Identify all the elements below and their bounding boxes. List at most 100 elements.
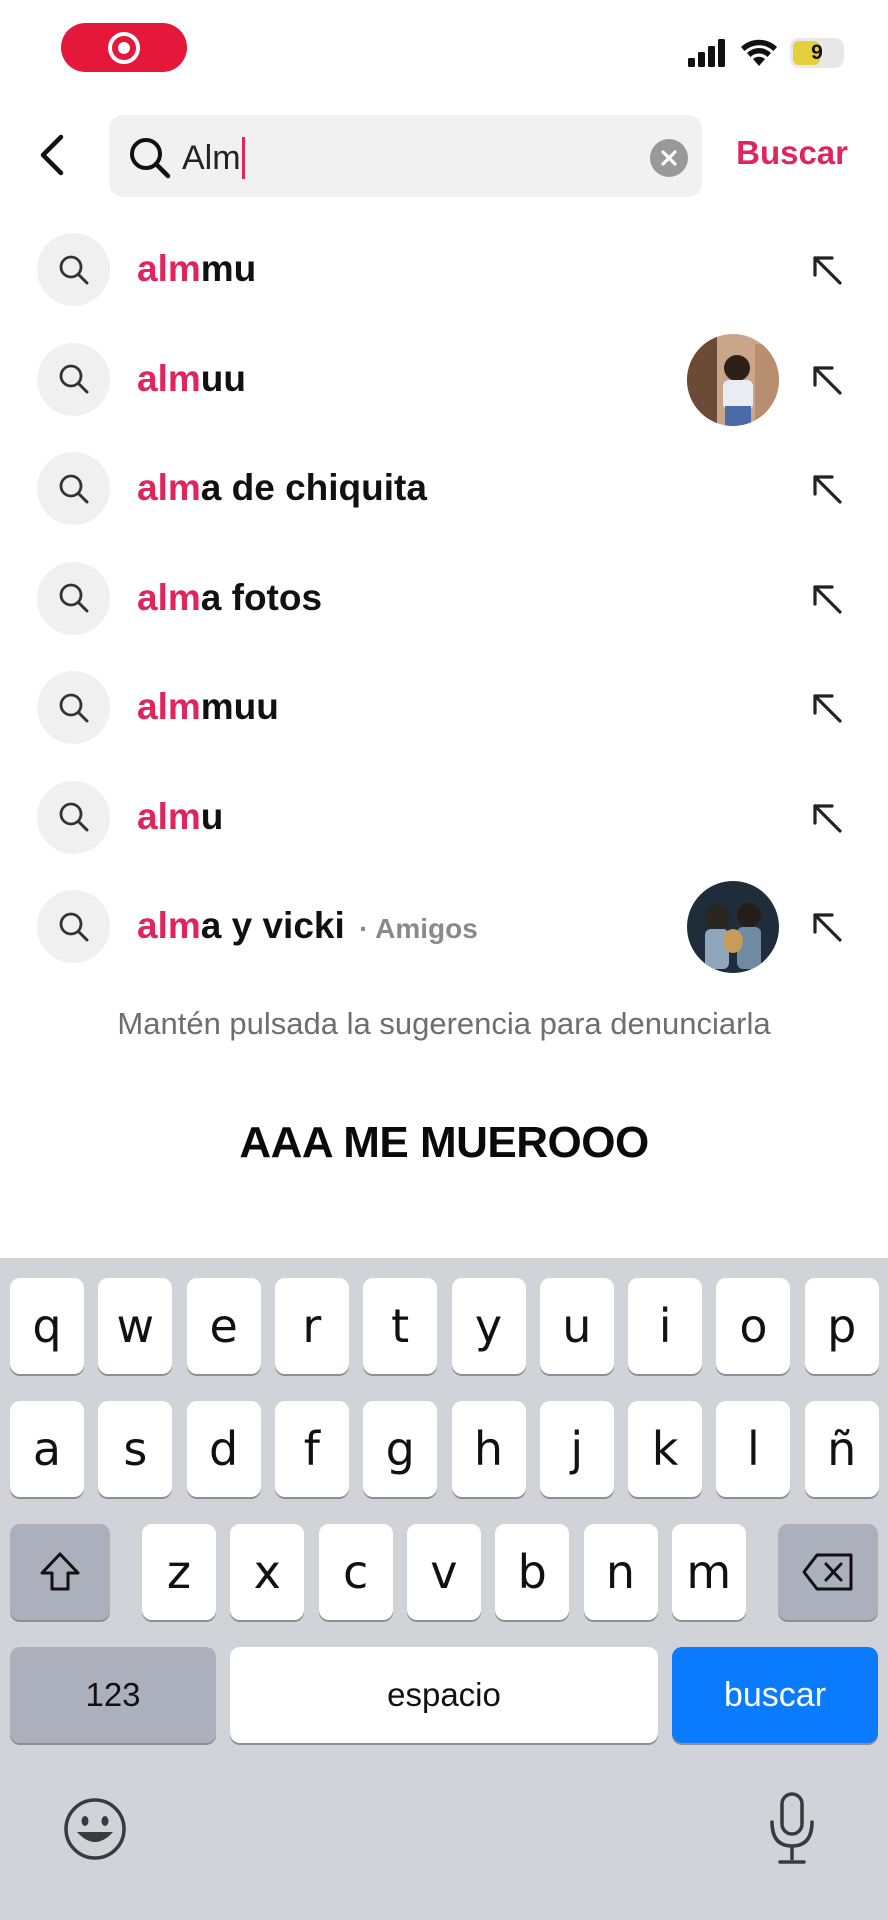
key-b[interactable]: b xyxy=(495,1524,570,1620)
emoji-icon xyxy=(64,1798,126,1860)
key-r[interactable]: r xyxy=(274,1278,349,1374)
suggestion-rest: muu xyxy=(200,686,279,727)
fill-query-button[interactable] xyxy=(806,797,846,837)
key-h[interactable]: h xyxy=(451,1401,526,1497)
suggestion-match: alm xyxy=(137,357,201,399)
status-bar: 9 xyxy=(0,0,888,100)
cellular-signal-icon xyxy=(688,39,725,67)
suggestion-label: almuu xyxy=(137,358,246,400)
key-m[interactable]: m xyxy=(671,1524,746,1620)
key-u[interactable]: u xyxy=(539,1278,614,1374)
suggestion-label: alma de chiquita xyxy=(137,467,427,509)
search-icon xyxy=(59,583,88,613)
space-key[interactable]: espacio xyxy=(230,1647,658,1743)
suggestion-list: almmu almuu alma de chiquita alma fotos almm… xyxy=(0,215,888,982)
video-caption-overlay: AAA ME MUEROOO xyxy=(239,1118,649,1167)
key-ñ[interactable]: ñ xyxy=(804,1401,879,1497)
suggestion-rest: a de chiquita xyxy=(200,467,427,508)
back-button[interactable] xyxy=(30,130,74,180)
backspace-key[interactable] xyxy=(778,1524,878,1620)
key-k[interactable]: k xyxy=(628,1401,703,1497)
clear-search-button[interactable] xyxy=(650,139,688,177)
suggestion-match: alm xyxy=(137,248,201,289)
suggestion-match: alm xyxy=(137,686,201,727)
emoji-button[interactable] xyxy=(62,1796,128,1862)
search-header: Alm Buscar xyxy=(0,110,888,200)
key-l[interactable]: l xyxy=(716,1401,791,1497)
fill-query-button[interactable] xyxy=(806,906,846,946)
search-return-key[interactable]: buscar xyxy=(672,1647,878,1743)
suggestion-label: alma y vicki · Amigos xyxy=(137,905,478,947)
key-t[interactable]: t xyxy=(363,1278,438,1374)
key-x[interactable]: x xyxy=(230,1524,305,1620)
battery-level: 9 xyxy=(811,41,823,64)
key-w[interactable]: w xyxy=(98,1278,173,1374)
search-submit-button[interactable]: Buscar xyxy=(736,134,848,172)
search-icon xyxy=(130,138,171,179)
arrow-up-left-icon xyxy=(813,475,842,504)
key-p[interactable]: p xyxy=(804,1278,879,1374)
arrow-up-left-icon xyxy=(813,584,842,614)
text-caret xyxy=(241,137,245,179)
fill-query-button[interactable] xyxy=(806,359,846,399)
screen-recording-indicator[interactable] xyxy=(61,23,187,72)
shift-key[interactable] xyxy=(10,1524,110,1620)
search-input[interactable]: Alm xyxy=(109,115,702,197)
key-o[interactable]: o xyxy=(716,1278,791,1374)
fill-query-button[interactable] xyxy=(806,468,846,508)
search-icon xyxy=(59,912,88,941)
fill-query-button[interactable] xyxy=(806,249,846,289)
key-q[interactable]: q xyxy=(10,1278,84,1374)
suggestion-search-icon-badge xyxy=(37,452,110,525)
suggestion-rest: mu xyxy=(200,248,257,289)
key-s[interactable]: s xyxy=(98,1401,173,1497)
search-query-text: Alm xyxy=(182,138,241,177)
arrow-up-left-icon xyxy=(813,365,842,395)
suggestion-search-icon-badge xyxy=(37,780,110,854)
key-z[interactable]: z xyxy=(142,1524,216,1620)
suggestion-label: almmu xyxy=(137,248,256,290)
suggestion-match: alm xyxy=(137,905,201,946)
search-icon xyxy=(59,693,88,722)
key-n[interactable]: n xyxy=(583,1524,658,1620)
key-e[interactable]: e xyxy=(186,1278,261,1374)
suggestion-item[interactable]: alma fotos xyxy=(0,544,888,654)
key-c[interactable]: c xyxy=(318,1524,393,1620)
suggestion-thumbnail xyxy=(687,333,779,426)
key-j[interactable]: j xyxy=(539,1401,614,1497)
suggestion-item[interactable]: almmuu xyxy=(0,653,888,763)
key-f[interactable]: f xyxy=(274,1401,349,1497)
suggestion-search-icon-badge xyxy=(37,890,110,963)
suggestion-rest: a y vicki xyxy=(200,905,345,946)
key-v[interactable]: v xyxy=(406,1524,481,1620)
suggestion-item[interactable]: alma y vicki · Amigos xyxy=(0,872,888,982)
suggestion-rest: uu xyxy=(200,357,246,399)
search-icon xyxy=(59,474,88,503)
key-y[interactable]: y xyxy=(451,1278,526,1374)
suggestion-item[interactable]: almuu xyxy=(0,325,888,435)
suggestion-item[interactable]: almu xyxy=(0,763,888,873)
suggestion-search-icon-badge xyxy=(37,561,110,635)
key-i[interactable]: i xyxy=(628,1278,703,1374)
fill-query-button[interactable] xyxy=(806,578,846,618)
chevron-left-icon xyxy=(40,134,64,176)
suggestion-tag: · Amigos xyxy=(359,913,478,944)
close-icon xyxy=(661,150,677,166)
status-icons: 9 xyxy=(688,38,844,68)
battery-indicator: 9 xyxy=(790,38,844,68)
fill-query-button[interactable] xyxy=(806,687,846,727)
numbers-key[interactable]: 123 xyxy=(10,1647,216,1743)
suggestion-label: alma fotos xyxy=(137,577,322,619)
search-icon xyxy=(59,802,88,832)
wifi-icon xyxy=(741,39,777,66)
suggestion-item[interactable]: alma de chiquita xyxy=(0,434,888,544)
suggestion-item[interactable]: almmu xyxy=(0,215,888,325)
suggestion-search-icon-badge xyxy=(37,233,110,306)
suggestion-rest: u xyxy=(200,795,224,837)
search-query: Alm xyxy=(182,137,245,179)
suggestion-label: almu xyxy=(137,796,223,838)
dictation-button[interactable] xyxy=(762,1790,822,1868)
key-g[interactable]: g xyxy=(363,1401,438,1497)
key-d[interactable]: d xyxy=(186,1401,261,1497)
key-a[interactable]: a xyxy=(10,1401,84,1497)
